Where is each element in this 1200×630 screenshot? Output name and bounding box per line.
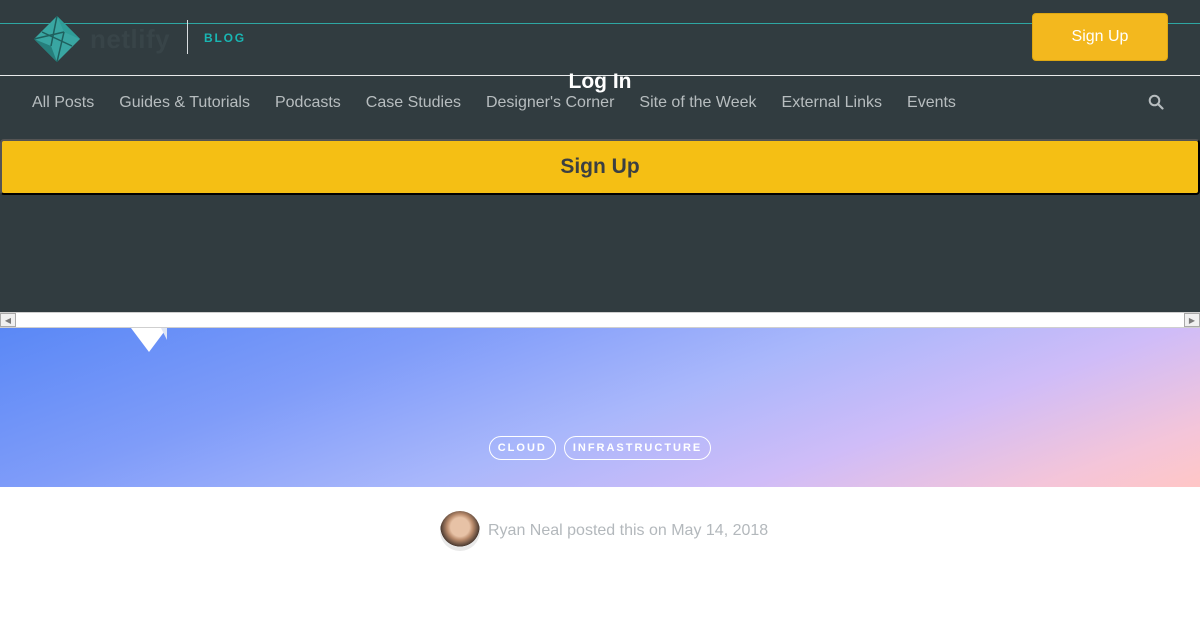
byline-text: Ryan Neal posted this on May 14, 2018 (488, 522, 769, 539)
logo-divider (187, 20, 188, 54)
scroll-right-arrow-icon[interactable]: ▶ (1184, 313, 1200, 327)
author-avatar[interactable] (440, 511, 480, 551)
signup-button[interactable]: Sign Up (1032, 13, 1168, 61)
nav-item-site-of-the-week[interactable]: Site of the Week (639, 93, 756, 113)
nav-item-events[interactable]: Events (907, 93, 956, 113)
category-nav: All Posts Guides & Tutorials Podcasts Ca… (32, 93, 981, 113)
scroll-left-arrow-icon[interactable]: ◀ (0, 313, 16, 327)
nav-item-guides-tutorials[interactable]: Guides & Tutorials (119, 93, 250, 113)
post-byline: Ryan Neal posted this on May 14, 2018 (440, 511, 768, 551)
netlify-logo-icon (33, 15, 80, 63)
header-accent-line (0, 23, 1200, 24)
nav-item-podcasts[interactable]: Podcasts (275, 93, 341, 113)
tag-infrastructure[interactable]: INFRASTRUCTURE (563, 436, 712, 460)
horizontal-scrollbar[interactable]: ◀ ▶ (0, 312, 1200, 328)
signup-bar-button[interactable]: Sign Up (0, 139, 1200, 195)
blog-link[interactable]: BLOG (204, 31, 246, 45)
nav-item-all-posts[interactable]: All Posts (32, 93, 94, 113)
search-icon[interactable] (1148, 94, 1164, 110)
post-tags: CLOUD INFRASTRUCTURE (0, 436, 1200, 460)
logo-wordmark: netlify (90, 23, 171, 54)
netlify-logo[interactable]: netlify (32, 13, 174, 65)
nav-item-designers-corner[interactable]: Designer's Corner (486, 93, 614, 113)
nav-item-external-links[interactable]: External Links (782, 93, 883, 113)
nav-item-case-studies[interactable]: Case Studies (366, 93, 461, 113)
tag-cloud[interactable]: CLOUD (488, 436, 556, 460)
login-link[interactable]: Log In (0, 70, 1200, 94)
post-hero: CLOUD INFRASTRUCTURE (0, 328, 1200, 487)
site-header: netlify BLOG Sign Up Log In All Posts Gu… (0, 0, 1200, 312)
hero-pointer-notch (131, 328, 167, 352)
